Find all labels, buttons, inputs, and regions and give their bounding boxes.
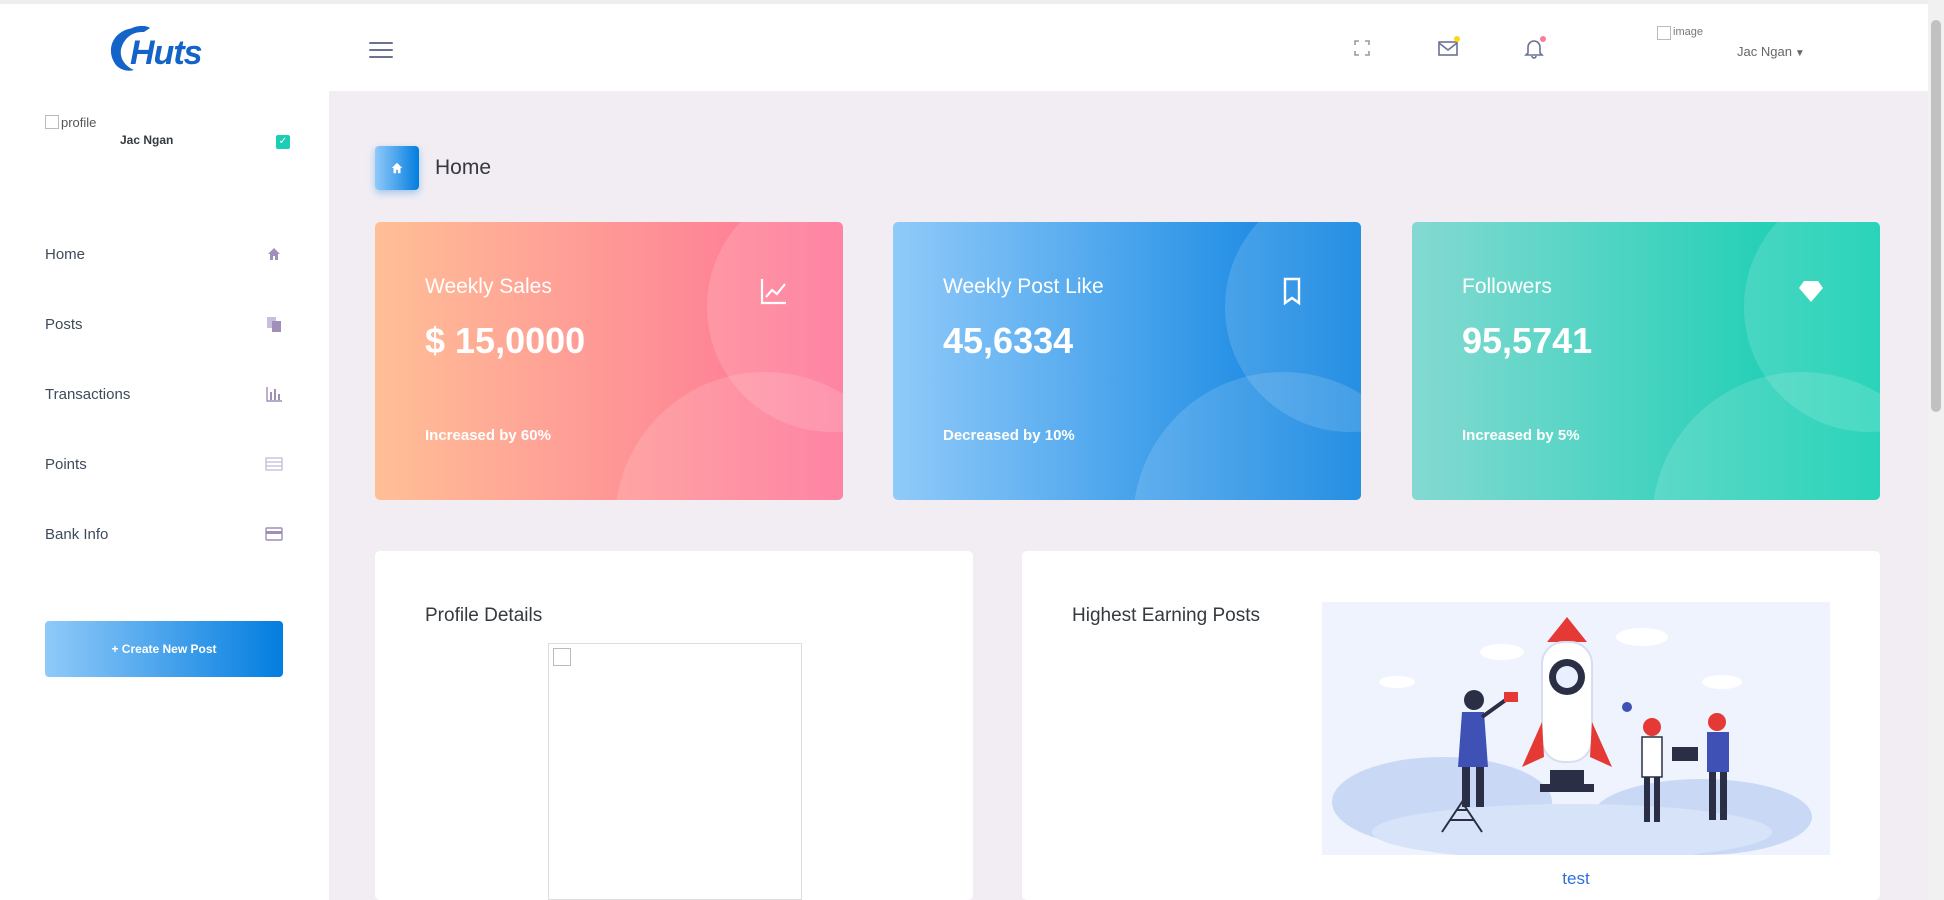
chart-line-icon xyxy=(760,279,786,305)
notifications-button[interactable] xyxy=(1520,34,1548,62)
list-icon xyxy=(264,454,284,474)
sidebar-item-posts[interactable]: Posts xyxy=(0,289,329,359)
sidebar-item-home[interactable]: Home xyxy=(0,219,329,289)
caret-down-icon: ▼ xyxy=(1794,48,1805,59)
stat-card-followers: Followers 95,5741 Increased by 5% xyxy=(1412,222,1880,500)
broken-image-icon xyxy=(1657,26,1671,40)
user-avatar[interactable]: image xyxy=(1657,26,1719,60)
stat-label: Weekly Sales xyxy=(425,275,552,298)
sidebar-profile-name: Jac Ngan xyxy=(120,133,174,147)
menu-toggle-button[interactable] xyxy=(369,42,393,58)
top-navbar: Huts image Jac Ngan ▼ xyxy=(0,0,1928,91)
fullscreen-icon xyxy=(1354,40,1370,56)
stat-change: Increased by 60% xyxy=(425,427,551,444)
stat-card-weekly-post-like: Weekly Post Like 45,6334 Decreased by 10… xyxy=(893,222,1361,500)
user-menu-dropdown[interactable]: Jac Ngan ▼ xyxy=(1737,44,1805,59)
sidebar-menu: Home Posts Transactions Points Bank Info xyxy=(0,219,329,569)
rocket-illustration xyxy=(1322,602,1830,855)
page-scrollbar[interactable] xyxy=(1928,0,1944,900)
stat-label: Followers xyxy=(1462,275,1552,298)
post-caption-link[interactable]: test xyxy=(1322,869,1830,889)
bar-chart-icon xyxy=(264,384,284,404)
stat-value: 95,5741 xyxy=(1462,320,1593,361)
sidebar: profile Jac Ngan ✓ Home Posts Transactio… xyxy=(0,91,329,900)
bookmark-icon xyxy=(1283,277,1301,306)
sidebar-item-transactions[interactable]: Transactions xyxy=(0,359,329,429)
page-header: Home xyxy=(375,146,491,190)
stat-value: 45,6334 xyxy=(943,320,1074,361)
scrollbar-thumb[interactable] xyxy=(1931,20,1941,412)
mail-notification-dot xyxy=(1454,36,1460,42)
panel-title: Highest Earning Posts xyxy=(1072,605,1260,626)
logo-text: Huts xyxy=(130,34,203,72)
brand-logo[interactable]: Huts xyxy=(104,22,228,78)
verified-badge-icon: ✓ xyxy=(276,135,290,149)
stat-label: Weekly Post Like xyxy=(943,275,1104,298)
profile-image-placeholder xyxy=(548,643,802,900)
stat-change: Decreased by 10% xyxy=(943,427,1075,444)
messages-button[interactable] xyxy=(1434,34,1462,62)
sidebar-profile-image[interactable]: profile xyxy=(45,115,96,130)
card-icon xyxy=(264,524,284,544)
highest-earning-posts-panel: Highest Earning Posts test xyxy=(1022,551,1880,900)
panel-title: Profile Details xyxy=(425,605,543,626)
profile-details-panel: Profile Details xyxy=(375,551,973,900)
page-title: Home xyxy=(435,156,492,179)
bell-notification-dot xyxy=(1540,36,1546,42)
stat-value: $ 15,0000 xyxy=(425,320,586,361)
diamond-icon xyxy=(1799,281,1823,302)
home-icon xyxy=(264,244,284,264)
posts-icon xyxy=(264,314,284,334)
broken-image-icon xyxy=(45,115,59,129)
stat-card-weekly-sales: Weekly Sales $ 15,0000 Increased by 60% xyxy=(375,222,843,500)
home-icon xyxy=(375,146,419,190)
create-new-post-button[interactable]: + Create New Post xyxy=(45,621,283,677)
stat-change: Increased by 5% xyxy=(1462,427,1580,444)
broken-image-icon xyxy=(553,648,571,666)
sidebar-item-bank-info[interactable]: Bank Info xyxy=(0,499,329,569)
fullscreen-button[interactable] xyxy=(1348,34,1376,62)
sidebar-item-points[interactable]: Points xyxy=(0,429,329,499)
